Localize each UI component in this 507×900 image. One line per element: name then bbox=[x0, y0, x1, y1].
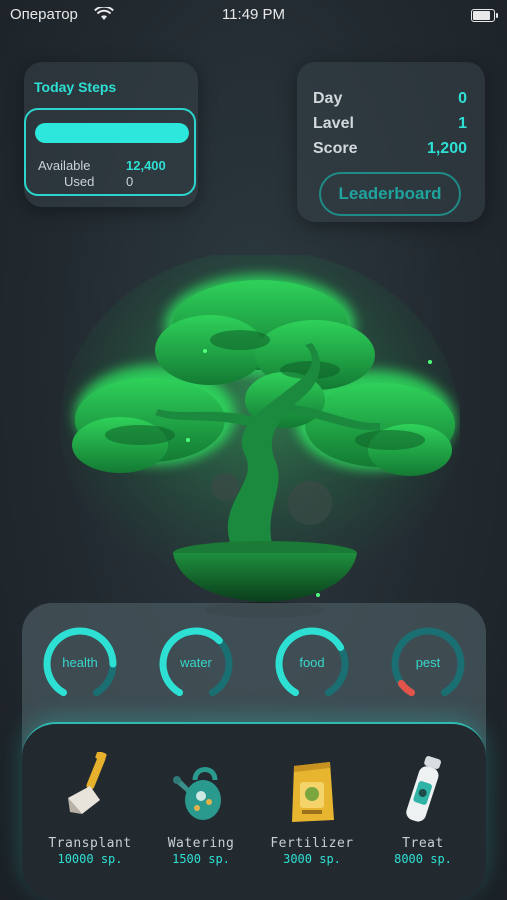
level-label: Lavel bbox=[313, 115, 354, 132]
used-value: 0 bbox=[126, 174, 134, 189]
tool-name: Watering bbox=[167, 836, 235, 851]
available-label: Available bbox=[38, 158, 91, 173]
battery-icon bbox=[471, 9, 498, 22]
available-value: 12,400 bbox=[126, 158, 166, 173]
day-value: 0 bbox=[458, 90, 467, 107]
tool-transplant[interactable]: Transplant 10000 sp. bbox=[35, 752, 145, 872]
tool-cost: 3000 sp. bbox=[283, 852, 341, 866]
used-label: Used bbox=[64, 174, 95, 189]
meter-water[interactable]: water bbox=[156, 624, 236, 704]
tool-watering[interactable]: Watering 1500 sp. bbox=[146, 752, 256, 872]
meter-label: food bbox=[299, 655, 325, 670]
steps-title: Today Steps bbox=[34, 79, 117, 95]
tool-name: Transplant bbox=[48, 836, 132, 851]
day-label: Day bbox=[313, 90, 343, 107]
tool-fertilizer[interactable]: Fertilizer 3000 sp. bbox=[257, 752, 367, 872]
bonsai-tree-illustration[interactable] bbox=[60, 255, 460, 625]
tool-cost: 1500 sp. bbox=[172, 852, 230, 866]
meter-food[interactable]: food bbox=[272, 624, 352, 704]
stats-card: Day 0 Lavel 1 Score 1,200 Leaderboard bbox=[297, 62, 485, 222]
level-value: 1 bbox=[458, 115, 467, 132]
status-bar: Оператор 11:49 PM bbox=[0, 0, 507, 30]
watering-can-icon bbox=[173, 767, 221, 820]
tool-name: Treat bbox=[402, 836, 444, 851]
meter-health[interactable]: health bbox=[40, 624, 120, 704]
tool-cost: 8000 sp. bbox=[394, 852, 452, 866]
tool-cost: 10000 sp. bbox=[57, 852, 123, 866]
meter-fill bbox=[397, 679, 415, 697]
battery-fill bbox=[473, 11, 491, 20]
steps-progress-bar bbox=[35, 123, 189, 143]
fertilizer-bag-icon bbox=[292, 762, 334, 822]
tool-name: Fertilizer bbox=[270, 836, 354, 851]
meter-pest[interactable]: pest bbox=[388, 624, 468, 704]
meter-label: pest bbox=[415, 655, 441, 670]
meter-label: health bbox=[62, 655, 98, 670]
score-label: Score bbox=[313, 140, 358, 157]
spray-bottle-icon bbox=[406, 756, 441, 822]
today-steps-card: Today Steps Available 12,400 Used 0 bbox=[24, 62, 198, 207]
clock: 11:49 PM bbox=[221, 6, 286, 23]
score-value: 1,200 bbox=[426, 140, 467, 157]
steps-progress-fill bbox=[35, 123, 189, 143]
shovel-icon bbox=[68, 752, 107, 814]
leaderboard-button[interactable]: Leaderboard bbox=[319, 172, 461, 216]
steps-box: Available 12,400 Used 0 bbox=[24, 108, 196, 196]
tool-treat[interactable]: Treat 8000 sp. bbox=[368, 752, 478, 872]
meter-label: water bbox=[180, 655, 212, 670]
